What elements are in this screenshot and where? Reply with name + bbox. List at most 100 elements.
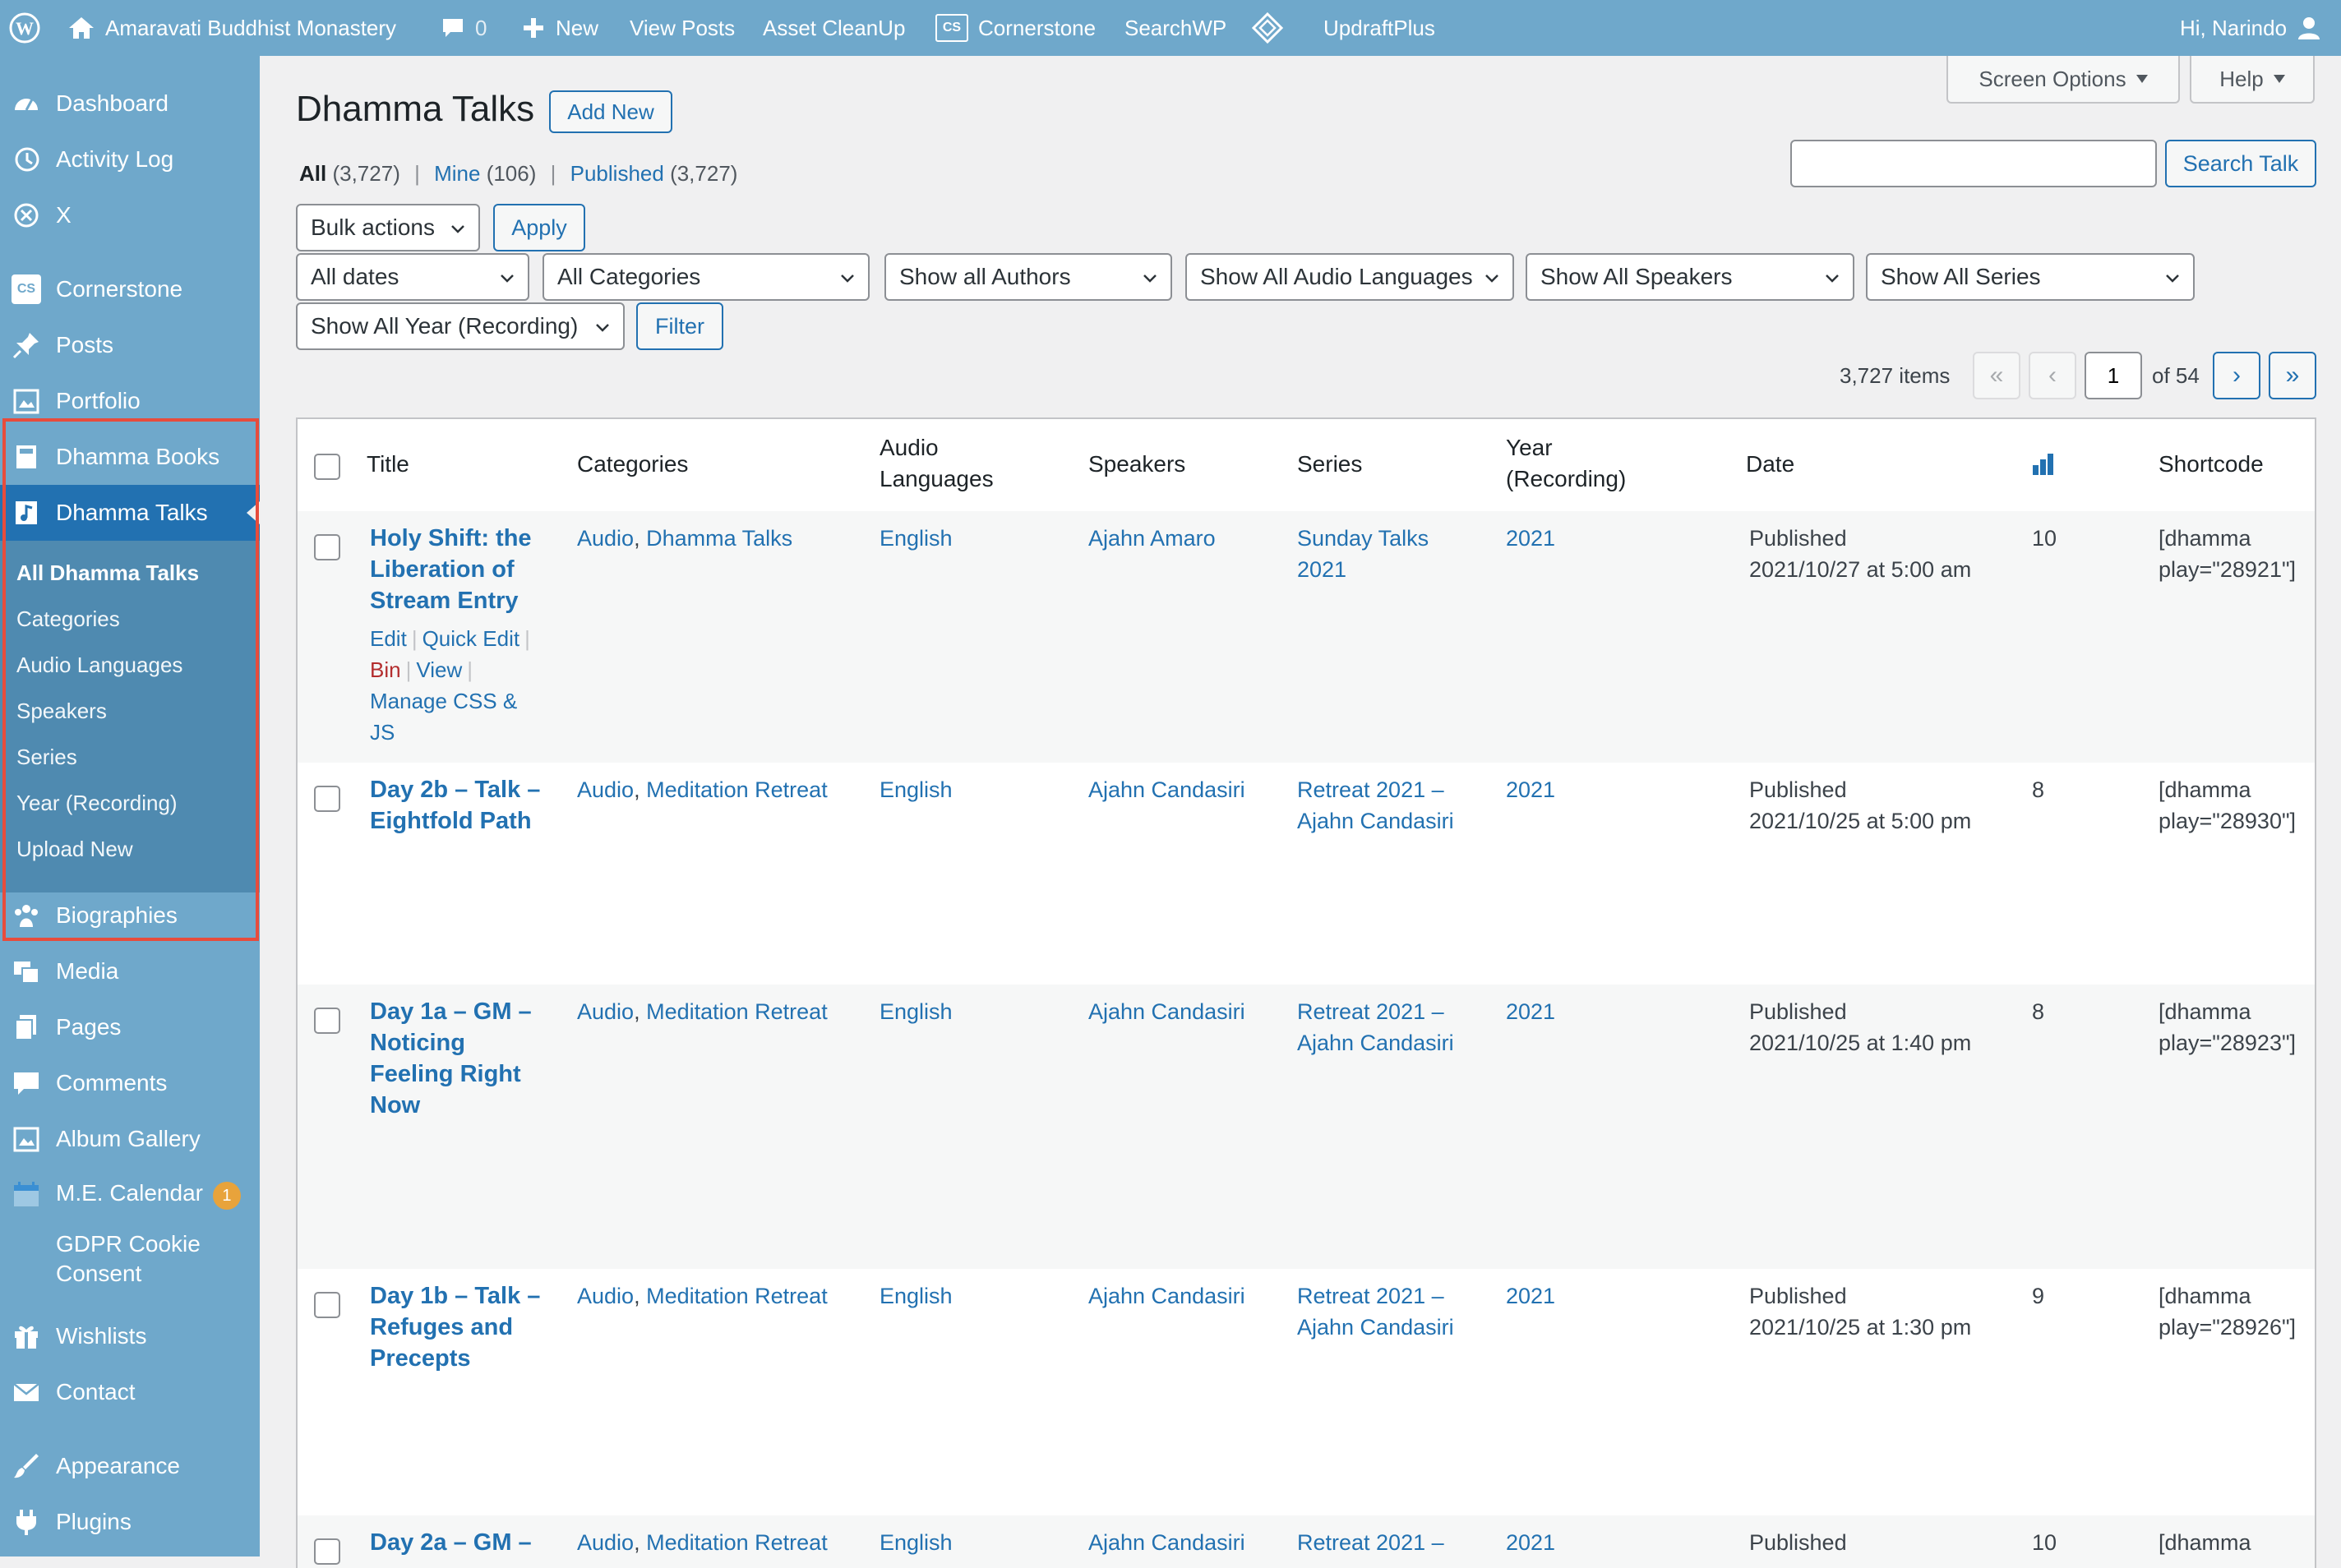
category-link[interactable]: Meditation Retreat bbox=[646, 777, 828, 802]
menu-comments[interactable]: Comments bbox=[0, 1055, 260, 1111]
account-menu[interactable]: Hi, Narindo bbox=[2180, 0, 2321, 56]
screen-options-button[interactable]: Screen Options bbox=[1946, 56, 2180, 104]
submenu-categories[interactable]: Categories bbox=[16, 606, 120, 632]
edit-link[interactable]: Edit bbox=[370, 626, 407, 651]
row-checkbox[interactable] bbox=[314, 786, 340, 812]
row-speaker[interactable]: Ajahn Candasiri bbox=[1088, 1527, 1245, 1558]
submenu-all-dhamma-talks[interactable]: All Dhamma Talks bbox=[16, 560, 199, 586]
submenu-speakers[interactable]: Speakers bbox=[16, 699, 107, 724]
series-filter-select[interactable]: Show All Series bbox=[1866, 253, 2195, 301]
menu-wishlists[interactable]: Wishlists bbox=[0, 1308, 260, 1364]
next-page-button[interactable]: › bbox=[2213, 352, 2260, 399]
category-link[interactable]: Meditation Retreat bbox=[646, 1284, 828, 1308]
dates-filter-select[interactable]: All dates bbox=[296, 253, 529, 301]
categories-filter-select[interactable]: All Categories bbox=[543, 253, 870, 301]
row-checkbox[interactable] bbox=[314, 1292, 340, 1318]
row-speaker[interactable]: Ajahn Candasiri bbox=[1088, 774, 1245, 805]
column-title[interactable]: Title bbox=[367, 449, 409, 480]
search-input[interactable] bbox=[1790, 140, 2157, 187]
menu-me-calendar[interactable]: M.E. Calendar 1 bbox=[0, 1167, 260, 1223]
row-language[interactable]: English bbox=[880, 774, 953, 805]
menu-gdpr-cookie-consent[interactable]: GDPR Cookie Consent bbox=[0, 1223, 260, 1297]
bulk-actions-select[interactable]: Bulk actions bbox=[296, 204, 480, 251]
submenu-audio-languages[interactable]: Audio Languages bbox=[16, 653, 182, 678]
menu-pages[interactable]: Pages bbox=[0, 999, 260, 1055]
row-series[interactable]: Sunday Talks 2021 bbox=[1297, 523, 1429, 585]
category-link[interactable]: Meditation Retreat bbox=[646, 999, 828, 1024]
menu-appearance[interactable]: Appearance bbox=[0, 1438, 260, 1494]
category-link[interactable]: Dhamma Talks bbox=[646, 526, 792, 551]
row-language[interactable]: English bbox=[880, 1527, 953, 1558]
view-all-label[interactable]: All bbox=[299, 161, 326, 186]
view-mine-link[interactable]: Mine bbox=[434, 161, 480, 186]
submenu-series[interactable]: Series bbox=[16, 745, 77, 770]
menu-portfolio[interactable]: Portfolio bbox=[0, 373, 260, 429]
category-link[interactable]: Audio bbox=[577, 777, 634, 802]
menu-biographies[interactable]: Biographies bbox=[0, 888, 260, 943]
updraftplus-link[interactable]: UpdraftPlus bbox=[1323, 0, 1435, 56]
row-title-link[interactable]: Day 1a – GM – Noticing Feeling Right Now bbox=[370, 996, 567, 1121]
row-series[interactable]: Retreat 2021 – Ajahn Candasiri bbox=[1297, 1280, 1454, 1343]
row-title-link[interactable]: Day 1b – Talk – Refuges and Precepts bbox=[370, 1280, 567, 1374]
stats-bar-chart-icon[interactable] bbox=[2030, 452, 2057, 477]
column-date[interactable]: Date bbox=[1746, 449, 1794, 480]
row-title-link[interactable]: Day 2a – GM – bbox=[370, 1527, 567, 1558]
help-button[interactable]: Help bbox=[2190, 56, 2315, 104]
row-language[interactable]: English bbox=[880, 523, 953, 554]
menu-media[interactable]: Media bbox=[0, 943, 260, 999]
current-page-input[interactable] bbox=[2085, 352, 2142, 399]
menu-dhamma-talks[interactable]: Dhamma Talks bbox=[0, 485, 260, 541]
site-name-link[interactable]: Amaravati Buddhist Monastery bbox=[67, 0, 396, 56]
last-page-button[interactable]: » bbox=[2269, 352, 2316, 399]
row-series[interactable]: Retreat 2021 – bbox=[1297, 1527, 1444, 1558]
row-checkbox[interactable] bbox=[314, 1008, 340, 1034]
row-year[interactable]: 2021 bbox=[1506, 1527, 1555, 1558]
row-year[interactable]: 2021 bbox=[1506, 1280, 1555, 1312]
menu-dashboard[interactable]: Dashboard bbox=[0, 76, 260, 131]
row-series[interactable]: Retreat 2021 – Ajahn Candasiri bbox=[1297, 996, 1454, 1058]
row-language[interactable]: English bbox=[880, 996, 953, 1027]
row-speaker[interactable]: Ajahn Candasiri bbox=[1088, 996, 1245, 1027]
row-year[interactable]: 2021 bbox=[1506, 774, 1555, 805]
new-content-link[interactable]: New bbox=[521, 0, 598, 56]
row-checkbox[interactable] bbox=[314, 1538, 340, 1565]
row-speaker[interactable]: Ajahn Amaro bbox=[1088, 523, 1216, 554]
category-link[interactable]: Audio bbox=[577, 1284, 634, 1308]
row-checkbox[interactable] bbox=[314, 534, 340, 560]
quick-edit-link[interactable]: Quick Edit bbox=[422, 626, 520, 651]
view-published-link[interactable]: Published bbox=[570, 161, 664, 186]
manage-css-js-link[interactable]: Manage CSS & JS bbox=[370, 689, 517, 745]
menu-dhamma-books[interactable]: Dhamma Books bbox=[0, 429, 260, 485]
search-talk-button[interactable]: Search Talk bbox=[2165, 140, 2316, 187]
add-new-button[interactable]: Add New bbox=[549, 90, 672, 133]
menu-activity-log[interactable]: Activity Log bbox=[0, 131, 260, 187]
row-year[interactable]: 2021 bbox=[1506, 523, 1555, 554]
select-all-checkbox[interactable] bbox=[314, 454, 340, 480]
row-title-link[interactable]: Holy Shift: the Liberation of Stream Entry bbox=[370, 523, 567, 616]
comments-link[interactable]: 0 bbox=[441, 0, 487, 56]
speakers-filter-select[interactable]: Show All Speakers bbox=[1526, 253, 1854, 301]
row-series[interactable]: Retreat 2021 – Ajahn Candasiri bbox=[1297, 774, 1454, 837]
filter-button[interactable]: Filter bbox=[636, 302, 723, 350]
wordpress-logo-icon[interactable]: W bbox=[8, 0, 41, 56]
row-title-link[interactable]: Day 2b – Talk – Eightfold Path bbox=[370, 774, 567, 837]
cornerstone-link[interactable]: CS Cornerstone bbox=[935, 0, 1096, 56]
menu-album-gallery[interactable]: Album Gallery bbox=[0, 1111, 260, 1167]
menu-cornerstone[interactable]: CS Cornerstone bbox=[0, 261, 260, 317]
submenu-year-recording[interactable]: Year (Recording) bbox=[16, 791, 178, 816]
view-link[interactable]: View bbox=[416, 657, 462, 682]
row-year[interactable]: 2021 bbox=[1506, 996, 1555, 1027]
searchwp-link[interactable]: SearchWP bbox=[1124, 0, 1226, 56]
menu-posts[interactable]: Posts bbox=[0, 317, 260, 373]
menu-contact[interactable]: Contact bbox=[0, 1364, 260, 1420]
category-link[interactable]: Audio bbox=[577, 999, 634, 1024]
year-recording-filter-select[interactable]: Show All Year (Recording) bbox=[296, 302, 625, 350]
submenu-upload-new[interactable]: Upload New bbox=[16, 837, 133, 862]
category-link[interactable]: Meditation Retreat bbox=[646, 1530, 828, 1555]
category-link[interactable]: Audio bbox=[577, 1530, 634, 1555]
row-language[interactable]: English bbox=[880, 1280, 953, 1312]
apply-button[interactable]: Apply bbox=[493, 204, 585, 251]
category-link[interactable]: Audio bbox=[577, 526, 634, 551]
row-speaker[interactable]: Ajahn Candasiri bbox=[1088, 1280, 1245, 1312]
menu-x[interactable]: X bbox=[0, 187, 260, 243]
